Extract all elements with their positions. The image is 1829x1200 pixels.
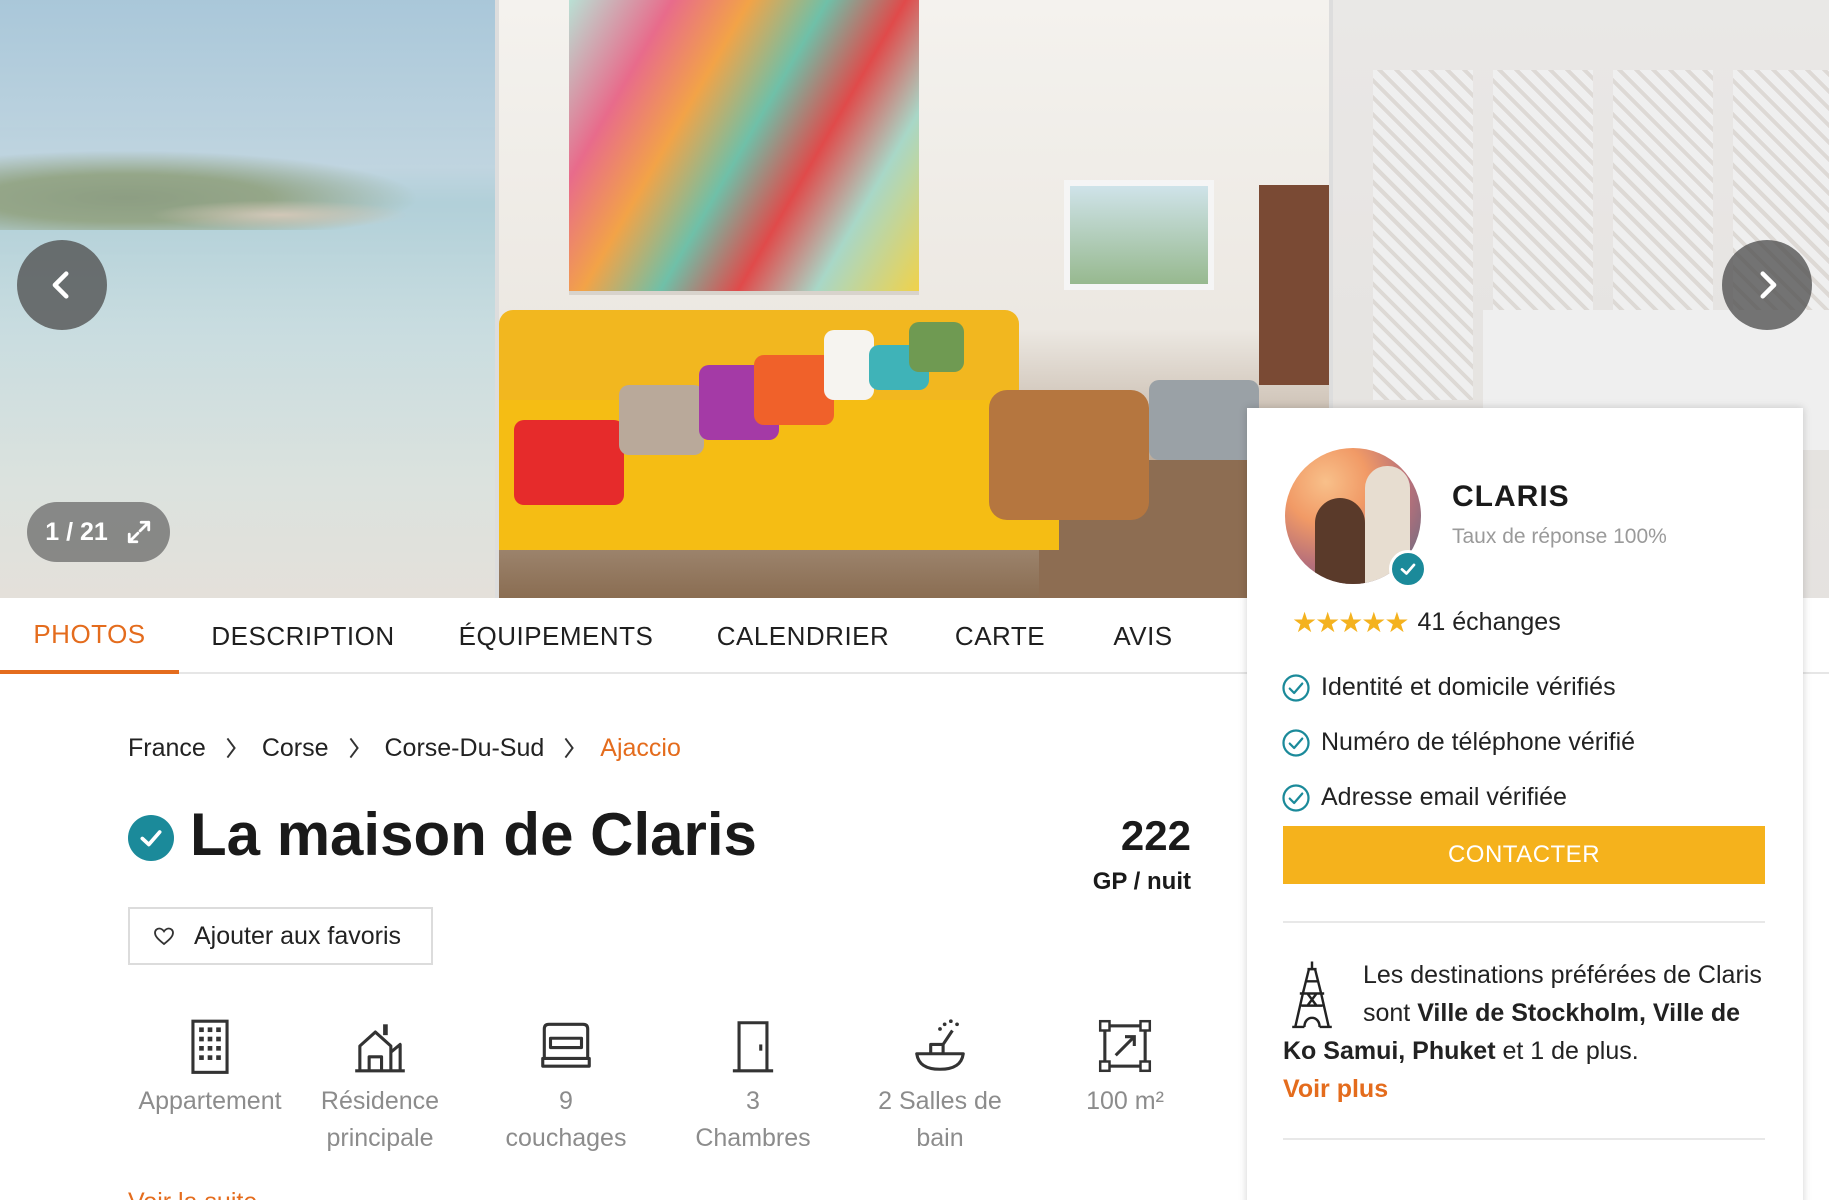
verification-email: Adresse email vérifiée — [1281, 770, 1635, 825]
price-block: 222 GP / nuit — [1093, 812, 1191, 896]
verification-phone-label: Numéro de téléphone vérifié — [1321, 728, 1636, 756]
coffee-table-shape — [989, 390, 1149, 520]
cushion-green — [909, 322, 964, 372]
heart-icon — [154, 927, 174, 946]
divider — [1283, 921, 1765, 923]
verification-list: Identité et domicile vérifiés Numéro de … — [1281, 660, 1635, 825]
avatar-person — [1315, 498, 1365, 584]
chevron-right-icon — [226, 737, 236, 759]
exchanges-count: 41 échanges — [1417, 608, 1561, 636]
feature-type-line1: Appartement — [138, 1087, 282, 1115]
armchair-shape — [1149, 380, 1259, 460]
eiffel-tower-icon — [1292, 961, 1332, 1029]
feature-bathrooms-line2: bain — [916, 1124, 964, 1152]
check-circle-icon — [1282, 728, 1310, 757]
feature-beds-line1: 9 — [559, 1087, 573, 1115]
feature-residence: Résidence principale — [290, 1015, 470, 1157]
tab-calendrier[interactable]: CALENDRIER — [712, 598, 894, 674]
cushion-red — [514, 420, 624, 505]
feature-area-line1: 100 m² — [1086, 1087, 1164, 1115]
host-response-rate: Taux de réponse 100% — [1452, 525, 1667, 548]
bed-icon — [541, 1022, 591, 1068]
favorite-destinations: Les destinations préférées de Claris son… — [1283, 956, 1767, 1108]
feature-bathrooms: 2 Salles de bain — [850, 1015, 1030, 1157]
verification-identity-label: Identité et domicile vérifiés — [1321, 673, 1616, 701]
breadcrumb-ajaccio[interactable]: Ajaccio — [600, 734, 681, 763]
contact-button[interactable]: CONTACTER — [1283, 826, 1765, 884]
host-card: CLARIS Taux de réponse 100% ★★★★★ 41 éch… — [1247, 408, 1803, 1200]
add-to-favorites-button[interactable]: Ajouter aux favoris — [128, 907, 433, 965]
photo-counter-text: 1 / 21 — [45, 517, 108, 546]
tab-avis[interactable]: AVIS — [1104, 598, 1182, 674]
feature-bedrooms-line2: Chambres — [695, 1124, 811, 1152]
verified-listing-icon — [128, 815, 174, 861]
price-unit: GP / nuit — [1092, 868, 1191, 895]
area-icon — [1098, 1019, 1152, 1073]
price-value: 222 — [1120, 812, 1191, 859]
check-circle-icon — [1282, 673, 1310, 702]
star-rating-icon: ★★★★★ — [1292, 607, 1410, 638]
feature-beds: 9 couchages — [476, 1015, 656, 1157]
feature-type: Appartement — [120, 1015, 300, 1120]
cushion-beige — [619, 385, 704, 455]
feature-residence-line2: principale — [326, 1124, 434, 1152]
see-more-link[interactable]: Voir la suite — [128, 1188, 288, 1200]
page-title: La maison de Claris — [190, 801, 757, 868]
see-more-destinations-link[interactable]: Voir plus — [1283, 1070, 1767, 1108]
feature-beds-line2: couchages — [505, 1124, 627, 1152]
feature-bedrooms: 3 Chambres — [663, 1015, 843, 1157]
host-name[interactable]: CLARIS — [1452, 480, 1570, 514]
host-rating[interactable]: ★★★★★ 41 échanges — [1292, 606, 1561, 639]
cushion-white — [824, 330, 874, 400]
building-icon — [191, 1019, 229, 1074]
chevron-right-icon — [564, 737, 575, 759]
feature-bedrooms-line1: 3 — [746, 1087, 760, 1115]
chevron-left-icon — [52, 271, 69, 299]
feature-area: 100 m² — [1035, 1015, 1215, 1120]
verification-email-label: Adresse email vérifiée — [1321, 783, 1567, 811]
add-to-favorites-label: Ajouter aux favoris — [194, 921, 402, 950]
chevron-right-icon — [1760, 271, 1777, 299]
divider — [1283, 1138, 1765, 1140]
previous-photo-button[interactable] — [17, 240, 107, 330]
feature-bathrooms-line1: 2 Salles de — [878, 1087, 1002, 1115]
shower-icon — [915, 1019, 965, 1071]
next-photo-button[interactable] — [1722, 240, 1812, 330]
check-circle-icon — [1282, 783, 1310, 812]
chevron-right-icon — [349, 737, 359, 759]
window-shape — [1064, 180, 1214, 290]
tab-description[interactable]: DESCRIPTION — [205, 598, 401, 674]
breadcrumb-corse-du-sud[interactable]: Corse-Du-Sud — [385, 734, 545, 763]
expand-icon — [127, 520, 150, 544]
house-icon — [355, 1024, 405, 1073]
tab-equipements[interactable]: ÉQUIPEMENTS — [452, 598, 660, 674]
feature-residence-line1: Résidence — [320, 1087, 440, 1115]
headboard-panel — [1373, 70, 1473, 400]
destinations-outro: et 1 de plus. — [1495, 1037, 1639, 1065]
tab-carte[interactable]: CARTE — [946, 598, 1054, 674]
door-shape — [1259, 185, 1329, 385]
verification-identity: Identité et domicile vérifiés — [1281, 660, 1635, 715]
living-room-photo[interactable] — [499, 0, 1329, 598]
rocks-shape — [150, 200, 410, 230]
painting-shape — [569, 0, 919, 295]
breadcrumb-corse[interactable]: Corse — [262, 734, 329, 763]
verification-phone: Numéro de téléphone vérifié — [1281, 715, 1635, 770]
door-icon — [732, 1021, 774, 1073]
breadcrumb-france[interactable]: France — [128, 734, 206, 763]
breadcrumb: France Corse Corse-Du-Sud Ajaccio — [128, 728, 681, 768]
photo-counter-button[interactable]: 1 / 21 — [27, 502, 170, 562]
cushion-orange — [754, 355, 834, 425]
tab-photos[interactable]: PHOTOS — [0, 598, 179, 674]
verified-host-icon — [1389, 550, 1427, 588]
